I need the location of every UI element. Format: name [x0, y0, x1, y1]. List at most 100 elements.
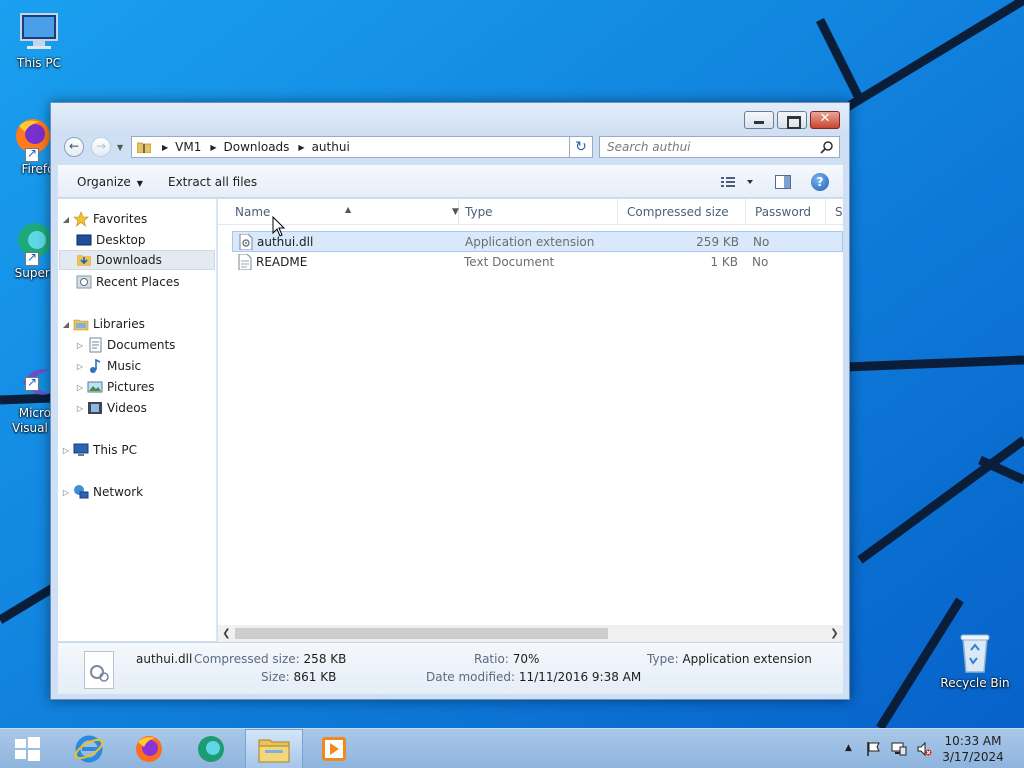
desktop-icon-recycle-bin[interactable]: Recycle Bin [936, 630, 1014, 691]
refresh-button[interactable]: ↻ [569, 136, 593, 158]
volume-muted-icon[interactable] [916, 741, 932, 757]
libraries-icon [73, 316, 89, 332]
collapse-icon[interactable]: ◢ [61, 215, 71, 224]
forward-button[interactable]: → [91, 137, 111, 157]
file-type: Application extension [465, 235, 595, 249]
shortcut-arrow-icon [25, 146, 39, 162]
chevron-right-icon[interactable]: ▶ [210, 143, 216, 152]
action-center-flag-icon[interactable] [866, 741, 882, 757]
text-file-icon [238, 254, 252, 270]
nav-this-pc[interactable]: ▷ This PC [61, 440, 137, 460]
collapse-icon[interactable]: ◢ [61, 320, 71, 329]
nav-favorites[interactable]: ◢ Favorites [61, 209, 147, 229]
file-name[interactable]: README [256, 255, 307, 269]
chevron-right-icon[interactable]: ▶ [298, 143, 304, 152]
details-pane: authui.dll Compressed size: 258 KB Size:… [58, 642, 843, 694]
expand-icon[interactable]: ▷ [61, 488, 71, 497]
recent-locations-dropdown[interactable]: ▼ [117, 143, 123, 152]
firefox-icon [9, 116, 53, 162]
taskbar-supermium[interactable] [182, 729, 240, 768]
shortcut-arrow-icon [25, 250, 39, 266]
expand-icon[interactable]: ▷ [75, 404, 85, 413]
details-file-name: authui.dll [136, 652, 193, 666]
pictures-icon [87, 379, 103, 395]
computer-icon [73, 442, 89, 458]
nav-videos[interactable]: ▷ Videos [75, 398, 147, 418]
network-icon[interactable] [891, 741, 907, 757]
change-view-button[interactable] [721, 174, 761, 190]
search-icon[interactable] [820, 140, 834, 154]
arrow-right-icon: → [95, 139, 107, 153]
breadcrumb-downloads[interactable]: Downloads [224, 140, 290, 154]
nav-recent-places[interactable]: Recent Places [74, 272, 179, 292]
sort-ascending-icon: ▲ [345, 205, 352, 214]
nav-network[interactable]: ▷ Network [61, 482, 143, 502]
extract-all-files-button[interactable]: Extract all files [168, 175, 257, 189]
view-details-icon [721, 177, 753, 187]
scroll-left-icon[interactable]: ❮ [218, 625, 235, 642]
column-header-password[interactable]: Password ... [746, 199, 826, 245]
table-row[interactable]: authui.dll Application extension 259 KB … [232, 231, 843, 252]
details-ratio: Ratio: 70% [474, 652, 540, 666]
nav-pictures[interactable]: ▷ Pictures [75, 377, 155, 397]
navigation-pane[interactable]: ◢ Favorites Desktop Downloads Recent Pla… [58, 199, 217, 641]
taskbar-media-player[interactable] [306, 729, 364, 768]
close-button[interactable]: ✕ [810, 111, 840, 129]
details-compressed-size: Compressed size: 258 KB [194, 652, 347, 666]
column-header-size[interactable]: Si [826, 199, 843, 225]
file-password: No [753, 235, 770, 249]
expand-icon[interactable]: ▷ [75, 362, 85, 371]
taskbar-file-explorer[interactable] [245, 729, 303, 768]
nav-desktop[interactable]: Desktop [74, 230, 146, 250]
this-pc-icon [17, 10, 61, 54]
desktop-icon-label: Recycle Bin [940, 676, 1010, 690]
nav-music[interactable]: ▷ Music [75, 356, 141, 376]
show-hidden-icons-chevron[interactable]: ▲ [845, 743, 861, 759]
music-icon [87, 358, 103, 374]
minimize-button[interactable] [744, 111, 774, 129]
internet-explorer-icon [74, 735, 104, 763]
start-button[interactable] [0, 729, 54, 768]
taskbar-clock[interactable]: 10:33 AM 3/17/2024 [935, 733, 1011, 765]
taskbar: ▲ 10:33 AM 3/17/2024 [0, 728, 1024, 768]
scroll-right-icon[interactable]: ❯ [826, 625, 843, 642]
taskbar-internet-explorer[interactable] [60, 729, 118, 768]
title-bar[interactable] [51, 103, 849, 133]
address-bar[interactable]: ▶ VM1 ▶ Downloads ▶ authui ▼ [131, 136, 593, 158]
column-header-type[interactable]: Type [456, 199, 618, 225]
column-header-name[interactable]: Name ▲ ▼ [226, 199, 459, 225]
desktop-icon-this-pc[interactable]: This PC [0, 10, 78, 71]
chevron-right-icon[interactable]: ▶ [162, 143, 168, 152]
taskbar-firefox[interactable] [120, 729, 178, 768]
details-date-modified: Date modified: 11/11/2016 9:38 AM [426, 670, 642, 684]
nav-documents[interactable]: ▷ Documents [75, 335, 175, 355]
scrollbar-thumb[interactable] [235, 628, 608, 639]
preview-pane-button[interactable] [775, 175, 791, 189]
desktop-icon [76, 232, 92, 248]
breadcrumb-authui[interactable]: authui [312, 140, 350, 154]
details-type: Type: Application extension [647, 652, 812, 666]
expand-icon[interactable]: ▷ [61, 446, 71, 455]
file-compressed-size: 1 KB [710, 255, 738, 269]
clock-time: 10:33 AM [944, 734, 1002, 748]
recent-places-icon [76, 274, 92, 290]
arrow-left-icon: ← [68, 139, 80, 153]
nav-libraries[interactable]: ◢ Libraries [61, 314, 145, 334]
zip-folder-icon [136, 141, 152, 154]
nav-downloads[interactable]: Downloads [59, 250, 215, 270]
back-button[interactable]: ← [64, 137, 84, 157]
file-list[interactable]: Name ▲ ▼ Type Compressed size Password .… [218, 199, 843, 641]
horizontal-scrollbar[interactable]: ❮ ❯ [218, 625, 843, 642]
search-input[interactable] [607, 137, 817, 157]
explorer-window[interactable]: ✕ ← → ▼ ▶ VM1 ▶ Downloads ▶ authui ▼ ↻ O… [50, 102, 850, 700]
maximize-button[interactable] [777, 111, 807, 129]
expand-icon[interactable]: ▷ [75, 383, 85, 392]
help-button[interactable]: ? [811, 173, 829, 191]
breadcrumb-vm1[interactable]: VM1 [175, 140, 201, 154]
search-box[interactable] [599, 136, 840, 158]
expand-icon[interactable]: ▷ [75, 341, 85, 350]
organize-button[interactable]: Organize ▼ [77, 175, 143, 189]
column-header-compressed-size[interactable]: Compressed size [618, 199, 746, 225]
downloads-folder-icon [76, 252, 92, 268]
table-row[interactable]: README Text Document 1 KB No [232, 252, 843, 273]
